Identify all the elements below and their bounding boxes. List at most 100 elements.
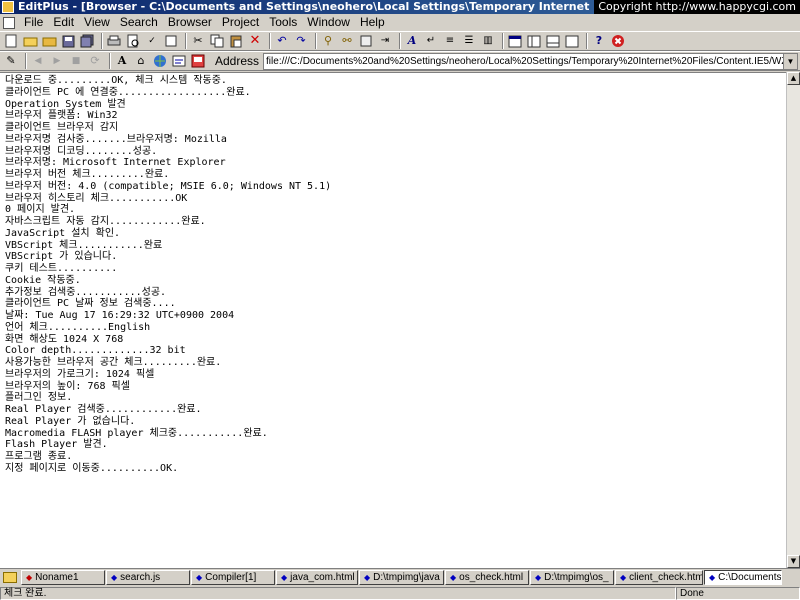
fullscreen-icon[interactable]: [564, 33, 580, 49]
tab-marker-icon: ◆: [535, 572, 542, 582]
output-line: 브라우저명 디코딩........성공.: [5, 145, 158, 157]
stop-page-icon[interactable]: ■: [68, 53, 84, 69]
browser-toolbar: ✎ ◀ ▶ ■ ⟳ A ⌂ Address file:///C:/Documen…: [0, 51, 800, 71]
web-search-icon[interactable]: [152, 53, 168, 69]
output-line: 브라우저의 가로크기: 1024 픽셀: [5, 368, 155, 380]
undo-icon[interactable]: ↶: [274, 33, 290, 49]
document-tab[interactable]: ◆ D:\tmpimg\os_: [530, 570, 614, 585]
pen-icon[interactable]: ✎: [3, 53, 19, 69]
browser-view-icon[interactable]: [190, 53, 206, 69]
menu-window[interactable]: Window: [302, 14, 355, 31]
editplus-app-icon[interactable]: [2, 1, 14, 13]
cliptext-icon[interactable]: [507, 33, 523, 49]
output-line: 사용가능한 브라우저 공간 체크.........완료.: [5, 357, 222, 368]
address-value: file:///C:/Documents%20and%20Settings/ne…: [266, 55, 798, 67]
document-tab[interactable]: ◆ D:\tmpimg\java: [359, 570, 444, 585]
font-size-icon[interactable]: A: [114, 53, 130, 69]
directory-window-icon[interactable]: [526, 33, 542, 49]
paste-icon[interactable]: [228, 33, 244, 49]
main-toolbar: ✓ ✂ ✕ ↶ ↷ ⚲ ⚯ ⇥ A ↵ ≡ ☰ ▥ ?: [0, 31, 800, 51]
menu-browser[interactable]: Browser: [163, 14, 217, 31]
print-preview-icon[interactable]: [125, 33, 141, 49]
refresh-icon[interactable]: ⟳: [87, 53, 103, 69]
menu-help[interactable]: Help: [355, 14, 390, 31]
document-tab[interactable]: ◆ java_com.html: [276, 570, 358, 585]
font-icon[interactable]: A: [404, 33, 420, 49]
menu-bar: File Edit View Search Browser Project To…: [0, 14, 800, 31]
menu-edit[interactable]: Edit: [48, 14, 79, 31]
document-tab[interactable]: ◆ Noname1: [21, 570, 105, 585]
tab-label: java_com.html: [290, 571, 355, 583]
document-tab[interactable]: ◆ Compiler[1]: [191, 570, 275, 585]
tab-label: client_check.html: [629, 571, 703, 583]
goto-line-icon[interactable]: ⇥: [377, 33, 393, 49]
document-tabs-bar: ◆ Noname1 ◆ search.js ◆ Compiler[1] ◆ java_com.…: [0, 568, 800, 586]
print-icon[interactable]: [106, 33, 122, 49]
document-tab[interactable]: ◆ search.js: [106, 570, 190, 585]
folder-icon[interactable]: [3, 572, 17, 583]
toolbar-separator: [25, 53, 27, 69]
help-icon[interactable]: ?: [591, 33, 607, 49]
tab-marker-icon: ◆: [450, 572, 457, 582]
output-line: 브라우저의 높이: 768 픽셀: [5, 380, 130, 392]
toolbar-separator: [399, 33, 401, 49]
cut-icon[interactable]: ✂: [190, 33, 206, 49]
title-bar: EditPlus - [Browser - C:\Documents and S…: [0, 0, 800, 14]
tab-marker-icon: ◆: [281, 572, 288, 582]
menu-search[interactable]: Search: [115, 14, 163, 31]
tab-label: search.js: [120, 571, 161, 583]
back-icon[interactable]: ◀: [30, 53, 46, 69]
address-dropdown-icon[interactable]: ▼: [783, 53, 797, 69]
new-file-icon[interactable]: [3, 33, 19, 49]
redo-icon[interactable]: ↷: [293, 33, 309, 49]
forward-icon[interactable]: ▶: [49, 53, 65, 69]
document-tab[interactable]: ◆C:\Documents a: [704, 570, 782, 585]
toolbar-separator: [315, 33, 317, 49]
menu-view[interactable]: View: [79, 14, 115, 31]
home-icon[interactable]: ⌂: [133, 53, 149, 69]
status-message: 체크 완료.: [0, 586, 676, 600]
toolbar-separator: [502, 33, 504, 49]
browser-content-area[interactable]: 다운로드 중.........OK, 체크 시스템 작동중. 클라이언트 PC 에…: [0, 72, 786, 568]
document-icon[interactable]: [3, 16, 15, 29]
scroll-down-arrow[interactable]: ▼: [787, 555, 800, 568]
output-line: 브라우저명: Microsoft Internet Explorer: [5, 157, 226, 169]
find-in-files-icon[interactable]: [358, 33, 374, 49]
menu-project[interactable]: Project: [217, 14, 264, 31]
output-line: 화면 해상도 1024 X 768: [5, 333, 124, 345]
vertical-scrollbar[interactable]: ▲ ▼: [786, 72, 800, 568]
scroll-up-arrow[interactable]: ▲: [787, 72, 800, 85]
line-number-icon[interactable]: ☰: [461, 33, 477, 49]
save-all-icon[interactable]: [79, 33, 95, 49]
copy-icon[interactable]: [209, 33, 225, 49]
output-window-icon[interactable]: [545, 33, 561, 49]
delete-icon[interactable]: ✕: [247, 33, 263, 49]
save-icon[interactable]: [60, 33, 76, 49]
tab-marker-icon: ◆: [111, 572, 118, 582]
find-icon[interactable]: ⚲: [320, 33, 336, 49]
output-line: Operation System 발견: [5, 98, 126, 110]
stop-icon[interactable]: [610, 33, 626, 49]
favorites-icon[interactable]: [171, 53, 187, 69]
output-line: 0 페이지 발견.: [5, 204, 76, 216]
status-bar: 체크 완료. Done: [0, 586, 800, 600]
tab-marker-icon: ◆: [364, 572, 371, 582]
tab-label: os_check.html: [459, 571, 524, 583]
output-line: 브라우저명 검사중.......브라우저명: Mozilla: [5, 133, 227, 145]
menu-tools[interactable]: Tools: [264, 14, 302, 31]
document-tab[interactable]: ◆ client_check.html: [615, 570, 703, 585]
word-wrap-icon[interactable]: ↵: [423, 33, 439, 49]
replace-icon[interactable]: ⚯: [339, 33, 355, 49]
column-select-icon[interactable]: ▥: [480, 33, 496, 49]
spell-check-icon[interactable]: ✓: [144, 33, 160, 49]
open-folder-icon[interactable]: [22, 33, 38, 49]
mark-icon[interactable]: [163, 33, 179, 49]
open-remote-icon[interactable]: [41, 33, 57, 49]
ruler-icon[interactable]: ≡: [442, 33, 458, 49]
output-line: Flash Player 발견.: [5, 439, 108, 451]
address-input[interactable]: file:///C:/Documents%20and%20Settings/ne…: [263, 52, 798, 70]
menu-file[interactable]: File: [19, 14, 48, 31]
toolbar-separator: [185, 33, 187, 49]
output-line: 플러그인 정보.: [5, 392, 73, 404]
document-tab[interactable]: ◆ os_check.html: [445, 570, 529, 585]
